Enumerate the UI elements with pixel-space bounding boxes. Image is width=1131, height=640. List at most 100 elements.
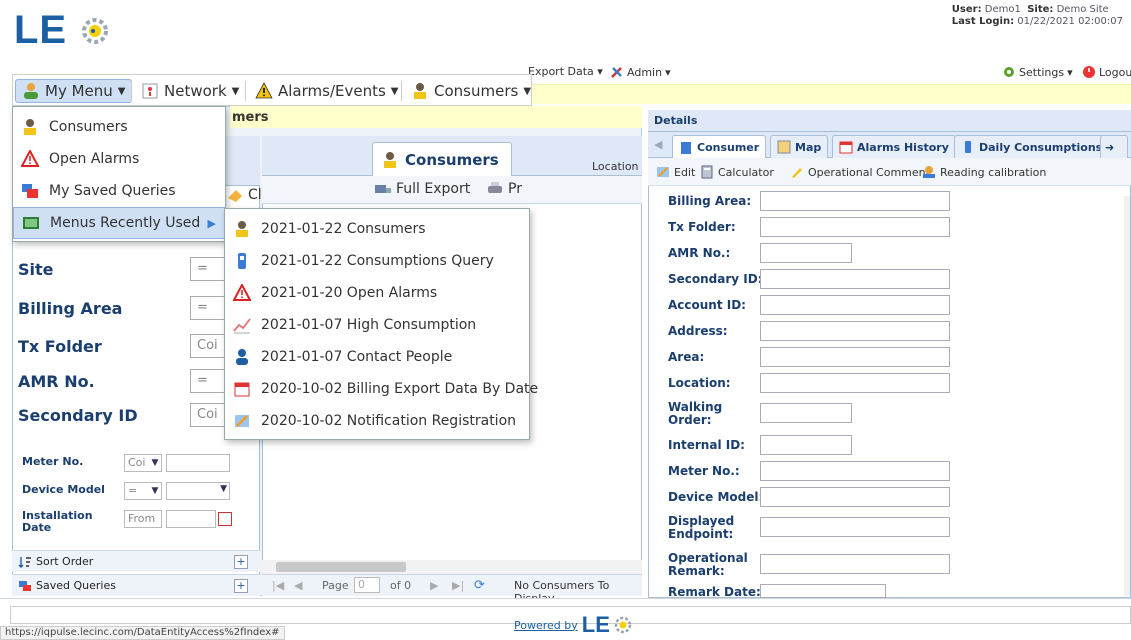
nav-admin[interactable]: Admin ▾ xyxy=(610,65,671,79)
menu-item-open-alarms[interactable]: Open Alarms xyxy=(13,143,225,175)
displayed-endpoint-field[interactable] xyxy=(760,517,950,537)
recent-menu-item[interactable]: 2020-10-02 Billing Export Data By Date xyxy=(225,373,538,405)
recent-menu-item[interactable]: 2021-01-22 Consumptions Query xyxy=(225,245,529,277)
nav-logout[interactable]: Logou xyxy=(1082,65,1131,79)
billing-area-field[interactable] xyxy=(760,191,950,211)
next-page-icon[interactable]: ▶ xyxy=(430,579,438,592)
value-select[interactable]: ▼ xyxy=(166,482,230,500)
calendar-picker-icon[interactable] xyxy=(218,512,232,526)
menu-consumers[interactable]: Consumers ▼ xyxy=(405,79,537,103)
field-label: AMR No. xyxy=(18,371,95,391)
detail-label-account-id: Account ID: xyxy=(668,298,746,312)
date-input[interactable] xyxy=(166,510,216,528)
account-id-field[interactable] xyxy=(760,295,950,315)
alarm-triangle-icon xyxy=(233,284,251,301)
field-label: Billing Area xyxy=(18,298,123,318)
first-page-icon[interactable]: |◀ xyxy=(272,579,284,592)
tab-consumers[interactable]: Consumers xyxy=(372,142,512,176)
page-input[interactable]: 0 xyxy=(354,577,380,593)
warning-triangle-icon xyxy=(255,82,273,99)
recent-menu-item[interactable]: 2021-01-20 Open Alarms xyxy=(225,277,529,309)
menu-item-menus-recently-used[interactable]: Menus Recently Used ▶ xyxy=(13,207,225,239)
menu-item-my-saved-queries[interactable]: My Saved Queries xyxy=(13,175,225,207)
device-model-field[interactable] xyxy=(760,487,950,507)
search-field-amr-no: AMR No. =▼ xyxy=(18,366,240,396)
detail-label-secondary-id: Secondary ID: xyxy=(668,272,763,286)
gear-icon xyxy=(1004,67,1014,77)
details-scrollbar[interactable] xyxy=(1124,196,1130,596)
address-field[interactable] xyxy=(760,321,950,341)
tab-scroll-left-icon[interactable]: ◀ xyxy=(654,138,662,151)
page-title: mers xyxy=(230,106,642,128)
amr-no-field[interactable] xyxy=(760,243,852,263)
sort-icon xyxy=(18,556,31,568)
site-label: Site: xyxy=(1027,4,1054,15)
internal-id-field[interactable] xyxy=(760,435,852,455)
grid-toolbar: Full Export Pr xyxy=(262,176,642,204)
reading-calibration-button[interactable]: Reading calibration xyxy=(922,165,1046,179)
operational-comment-button[interactable]: Operational Comment xyxy=(790,165,930,179)
last-page-icon[interactable]: ▶| xyxy=(452,579,464,592)
calculator-button[interactable]: Calculator xyxy=(700,165,774,179)
location-field[interactable] xyxy=(760,373,950,393)
recent-menu-item[interactable]: 2021-01-07 High Consumption xyxy=(225,309,529,341)
details-header: Details xyxy=(648,110,1131,132)
detail-label-operational-remark: Operational Remark: xyxy=(668,551,748,578)
brand-logo-mark-icon xyxy=(82,18,108,44)
expand-button[interactable]: + xyxy=(234,579,248,593)
expand-button[interactable]: + xyxy=(234,555,248,569)
tab-consumer[interactable]: Consumer xyxy=(672,135,767,159)
field-label: Device Model xyxy=(22,483,105,496)
sort-order-bar[interactable]: Sort Order + xyxy=(12,550,260,572)
saved-queries-bar[interactable]: Saved Queries + xyxy=(12,574,260,596)
tab-alarms-history[interactable]: Alarms History xyxy=(832,135,956,158)
value-input[interactable] xyxy=(166,454,230,472)
column-header-location[interactable]: Location xyxy=(592,160,639,173)
status-bar-url: https://iqpulse.lecinc.com/DataEntityAcc… xyxy=(0,626,285,640)
walking-order-field[interactable] xyxy=(760,403,852,423)
admin-tools-icon xyxy=(611,67,622,78)
secondary-id-field[interactable] xyxy=(760,269,950,289)
tab-scroll-right-icon[interactable]: ➜ xyxy=(1100,135,1128,158)
details-tab-strip: ◀ Consumer Map Alarms History Daily Cons… xyxy=(648,132,1131,159)
print-button[interactable]: Pr xyxy=(486,180,522,198)
remark-date-field[interactable] xyxy=(760,584,886,598)
tx-folder-field[interactable] xyxy=(760,217,950,237)
consumer-person-icon xyxy=(236,221,248,237)
notification-icon xyxy=(235,415,249,427)
powered-by[interactable]: Powered by LE xyxy=(514,612,632,638)
menu-item-consumers[interactable]: Consumers xyxy=(13,111,225,143)
scrollbar-thumb[interactable] xyxy=(276,562,406,572)
recent-menu-item[interactable]: 2021-01-07 Contact People xyxy=(225,341,529,373)
nav-export-data[interactable]: Export Data ▾ xyxy=(528,65,603,78)
field-label: Site xyxy=(18,259,54,279)
nav-settings[interactable]: Settings ▾ xyxy=(1002,65,1073,79)
edit-icon xyxy=(657,167,669,177)
tab-daily-consumptions[interactable]: Daily Consumptions xyxy=(954,135,1110,158)
map-icon xyxy=(777,140,791,154)
recent-menus-submenu: 2021-01-22 Consumers 2021-01-22 Consumpt… xyxy=(224,208,538,440)
comment-pencil-icon xyxy=(792,168,802,178)
operator-select[interactable]: Coi▼ xyxy=(124,454,162,472)
recent-menu-item[interactable]: 2020-10-02 Notification Registration xyxy=(225,405,529,437)
menu-alarms-events[interactable]: Alarms/Events ▼ xyxy=(249,79,405,103)
powered-by-label: Powered by xyxy=(514,618,578,632)
detail-label-address: Address: xyxy=(668,324,728,338)
detail-label-billing-area: Billing Area: xyxy=(668,194,752,208)
full-export-button[interactable]: Full Export xyxy=(374,180,470,198)
recent-menu-item[interactable]: 2021-01-22 Consumers xyxy=(225,213,529,245)
tab-map[interactable]: Map xyxy=(770,135,829,158)
operational-remark-field[interactable] xyxy=(760,554,950,574)
meter-no-field[interactable] xyxy=(760,461,950,481)
refresh-icon[interactable]: ⟳ xyxy=(474,578,485,593)
prev-page-icon[interactable]: ◀ xyxy=(294,579,302,592)
menu-separator xyxy=(245,81,246,101)
detail-label-walking-order: Walking Order: xyxy=(668,400,723,427)
edit-button[interactable]: Edit xyxy=(656,165,695,179)
menu-network[interactable]: Network ▼ xyxy=(135,79,245,103)
operator-select[interactable]: =▼ xyxy=(124,482,162,500)
detail-label-displayed-endpoint: Displayed Endpoint: xyxy=(668,514,735,541)
menu-my-menu[interactable]: My Menu ▼ xyxy=(15,79,133,103)
area-field[interactable] xyxy=(760,347,950,367)
search-field-tx-folder: Tx Folder Coi▼ xyxy=(18,331,240,361)
